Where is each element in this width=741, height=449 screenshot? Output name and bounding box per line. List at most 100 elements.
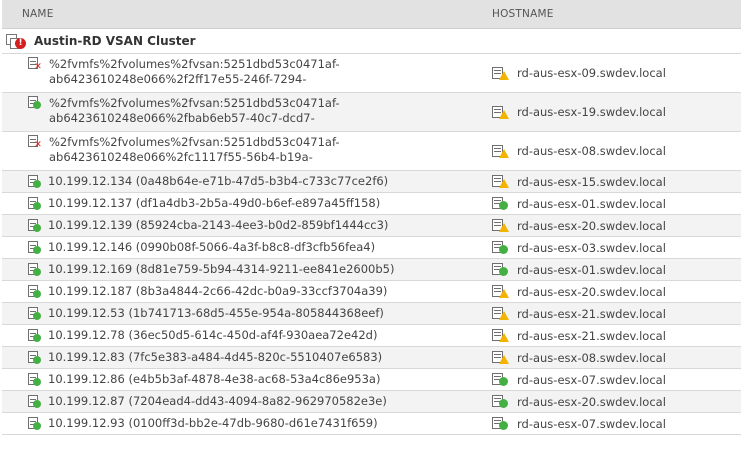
vm-name-cell: 10.199.12.146 (0990b08f-5066-4a3f-b8c8-d… xyxy=(2,237,492,258)
table-row[interactable]: 10.199.12.93 (0100ff3d-bb2e-47db-9680-d6… xyxy=(2,413,741,435)
hostname-link[interactable]: rd-aus-esx-20.swdev.local xyxy=(517,285,666,299)
vm-name: 10.199.12.187 (8b3a4844-2c66-42dc-b0a9-3… xyxy=(48,284,388,298)
hostname-link[interactable]: rd-aus-esx-21.swdev.local xyxy=(517,307,666,321)
table-row[interactable]: 10.199.12.146 (0990b08f-5066-4a3f-b8c8-d… xyxy=(2,237,741,259)
vm-ok-icon xyxy=(28,307,42,320)
vm-name-cell: 10.199.12.87 (7204ead4-dd43-4094-8a82-96… xyxy=(2,391,492,412)
vm-name: 10.199.12.53 (1b741713-68d5-455e-954a-80… xyxy=(48,306,384,320)
error-icon: ! xyxy=(15,38,26,49)
hostname-cell: rd-aus-esx-03.swdev.local xyxy=(492,237,666,258)
table-row[interactable]: ✕ %2fvmfs%2fvolumes%2fvsan:5251dbd53c0471… xyxy=(2,132,741,171)
vm-error-icon: ✕ xyxy=(28,57,42,72)
hostname-link[interactable]: rd-aus-esx-08.swdev.local xyxy=(517,144,666,158)
hostname-link[interactable]: rd-aus-esx-03.swdev.local xyxy=(517,241,666,255)
table-row[interactable]: %2fvmfs%2fvolumes%2fvsan:5251dbd53c0471a… xyxy=(2,93,741,132)
vm-ok-icon xyxy=(28,175,42,188)
vm-name: 10.199.12.134 (0a48b64e-e71b-47d5-b3b4-c… xyxy=(48,174,389,188)
hostname-cell: rd-aus-esx-07.swdev.local xyxy=(492,413,666,434)
vm-name: %2fvmfs%2fvolumes%2fvsan:5251dbd53c0471a… xyxy=(49,57,340,87)
hostname-link[interactable]: rd-aus-esx-08.swdev.local xyxy=(517,351,666,365)
vm-name: %2fvmfs%2fvolumes%2fvsan:5251dbd53c0471a… xyxy=(49,135,340,165)
vm-name-cell: 10.199.12.78 (36ec50d5-614c-450d-af4f-93… xyxy=(2,325,492,346)
vm-ok-icon xyxy=(28,96,42,109)
host-warning-icon xyxy=(492,329,509,342)
vm-ok-icon xyxy=(28,417,42,430)
host-ok-icon xyxy=(492,395,508,408)
vm-ok-icon xyxy=(28,351,42,364)
vm-name: 10.199.12.83 (7fc5e383-a484-4d45-820c-55… xyxy=(48,350,383,364)
hostname-link[interactable]: rd-aus-esx-20.swdev.local xyxy=(517,395,666,409)
table-row[interactable]: 10.199.12.134 (0a48b64e-e71b-47d5-b3b4-c… xyxy=(2,171,741,193)
column-header-hostname[interactable]: HOSTNAME xyxy=(492,8,554,20)
vm-name: 10.199.12.87 (7204ead4-dd43-4094-8a82-96… xyxy=(48,394,387,408)
vm-host-grid: NAME HOSTNAME ! Austin-RD VSAN Cluster ✕… xyxy=(2,0,741,435)
vm-name-line1: %2fvmfs%2fvolumes%2fvsan:5251dbd53c0471a… xyxy=(49,96,340,110)
host-warning-icon xyxy=(492,105,509,119)
vm-name: 10.199.12.169 (8d81e759-5b94-4314-9211-e… xyxy=(48,262,395,276)
hostname-cell: rd-aus-esx-20.swdev.local xyxy=(492,215,666,236)
table-row[interactable]: 10.199.12.53 (1b741713-68d5-455e-954a-80… xyxy=(2,303,741,325)
vm-name-line1: %2fvmfs%2fvolumes%2fvsan:5251dbd53c0471a… xyxy=(49,57,340,71)
hostname-link[interactable]: rd-aus-esx-19.swdev.local xyxy=(517,105,666,119)
hostname-cell: rd-aus-esx-21.swdev.local xyxy=(492,303,666,324)
cluster-icon: ! xyxy=(5,33,27,49)
vm-name-cell: ✕ %2fvmfs%2fvolumes%2fvsan:5251dbd53c0471… xyxy=(2,54,492,92)
vm-name-line2: ab6423610248e066%2fbab6eb57-40c7-dcd7- xyxy=(49,111,315,125)
hostname-link[interactable]: rd-aus-esx-07.swdev.local xyxy=(517,417,666,431)
vm-name-cell: 10.199.12.137 (df1a4db3-2b5a-49d0-b6ef-e… xyxy=(2,193,492,214)
vm-ok-icon xyxy=(28,197,42,210)
host-ok-icon xyxy=(492,197,508,210)
host-ok-icon xyxy=(492,263,508,276)
vm-name-line1: %2fvmfs%2fvolumes%2fvsan:5251dbd53c0471a… xyxy=(49,135,340,149)
cluster-row[interactable]: ! Austin-RD VSAN Cluster xyxy=(2,29,741,54)
hostname-link[interactable]: rd-aus-esx-07.swdev.local xyxy=(517,373,666,387)
hostname-cell: rd-aus-esx-20.swdev.local xyxy=(492,281,666,302)
vm-ok-icon xyxy=(28,241,42,254)
vm-ok-icon xyxy=(28,329,42,342)
vm-name-cell: 10.199.12.86 (e4b5b3af-4878-4e38-ac68-53… xyxy=(2,369,492,390)
cluster-name: Austin-RD VSAN Cluster xyxy=(34,34,196,48)
vm-ok-icon xyxy=(28,285,42,298)
vm-name: 10.199.12.86 (e4b5b3af-4878-4e38-ac68-53… xyxy=(48,372,381,386)
table-row[interactable]: 10.199.12.187 (8b3a4844-2c66-42dc-b0a9-3… xyxy=(2,281,741,303)
hostname-cell: rd-aus-esx-01.swdev.local xyxy=(492,193,666,214)
table-row[interactable]: 10.199.12.169 (8d81e759-5b94-4314-9211-e… xyxy=(2,259,741,281)
vm-name: %2fvmfs%2fvolumes%2fvsan:5251dbd53c0471a… xyxy=(49,96,340,126)
host-ok-icon xyxy=(492,373,508,386)
vm-name-cell: 10.199.12.93 (0100ff3d-bb2e-47db-9680-d6… xyxy=(2,413,492,434)
vm-name-cell: %2fvmfs%2fvolumes%2fvsan:5251dbd53c0471a… xyxy=(2,93,492,131)
table-row[interactable]: 10.199.12.137 (df1a4db3-2b5a-49d0-b6ef-e… xyxy=(2,193,741,215)
host-warning-icon xyxy=(492,351,509,364)
hostname-cell: rd-aus-esx-08.swdev.local xyxy=(492,347,666,368)
hostname-link[interactable]: rd-aus-esx-01.swdev.local xyxy=(517,263,666,277)
hostname-link[interactable]: rd-aus-esx-21.swdev.local xyxy=(517,329,666,343)
table-row[interactable]: 10.199.12.78 (36ec50d5-614c-450d-af4f-93… xyxy=(2,325,741,347)
column-header-name[interactable]: NAME xyxy=(2,8,492,20)
hostname-link[interactable]: rd-aus-esx-15.swdev.local xyxy=(517,175,666,189)
hostname-link[interactable]: rd-aus-esx-20.swdev.local xyxy=(517,219,666,233)
table-row[interactable]: 10.199.12.139 (85924cba-2143-4ee3-b0d2-8… xyxy=(2,215,741,237)
table-row[interactable]: 10.199.12.87 (7204ead4-dd43-4094-8a82-96… xyxy=(2,391,741,413)
vm-name-cell: 10.199.12.134 (0a48b64e-e71b-47d5-b3b4-c… xyxy=(2,171,492,192)
vm-name: 10.199.12.78 (36ec50d5-614c-450d-af4f-93… xyxy=(48,328,378,342)
vm-name: 10.199.12.93 (0100ff3d-bb2e-47db-9680-d6… xyxy=(48,416,378,430)
hostname-cell: rd-aus-esx-21.swdev.local xyxy=(492,325,666,346)
vm-name-cell: 10.199.12.139 (85924cba-2143-4ee3-b0d2-8… xyxy=(2,215,492,236)
host-warning-icon xyxy=(492,307,509,320)
hostname-cell: rd-aus-esx-08.swdev.local xyxy=(492,132,666,170)
table-row[interactable]: 10.199.12.86 (e4b5b3af-4878-4e38-ac68-53… xyxy=(2,369,741,391)
hostname-cell: rd-aus-esx-15.swdev.local xyxy=(492,171,666,192)
host-ok-icon xyxy=(492,417,508,430)
vm-list: ✕ %2fvmfs%2fvolumes%2fvsan:5251dbd53c0471… xyxy=(2,54,741,435)
vm-name-cell: 10.199.12.187 (8b3a4844-2c66-42dc-b0a9-3… xyxy=(2,281,492,302)
table-row[interactable]: 10.199.12.83 (7fc5e383-a484-4d45-820c-55… xyxy=(2,347,741,369)
vm-name: 10.199.12.137 (df1a4db3-2b5a-49d0-b6ef-e… xyxy=(48,196,381,210)
vm-name: 10.199.12.139 (85924cba-2143-4ee3-b0d2-8… xyxy=(48,218,389,232)
hostname-cell: rd-aus-esx-07.swdev.local xyxy=(492,369,666,390)
table-row[interactable]: ✕ %2fvmfs%2fvolumes%2fvsan:5251dbd53c0471… xyxy=(2,54,741,93)
hostname-link[interactable]: rd-aus-esx-09.swdev.local xyxy=(517,66,666,80)
hostname-cell: rd-aus-esx-09.swdev.local xyxy=(492,54,666,92)
host-warning-icon xyxy=(492,285,509,298)
vm-name-line2: ab6423610248e066%2fc1117f55-56b4-b19a- xyxy=(49,150,313,164)
hostname-link[interactable]: rd-aus-esx-01.swdev.local xyxy=(517,197,666,211)
